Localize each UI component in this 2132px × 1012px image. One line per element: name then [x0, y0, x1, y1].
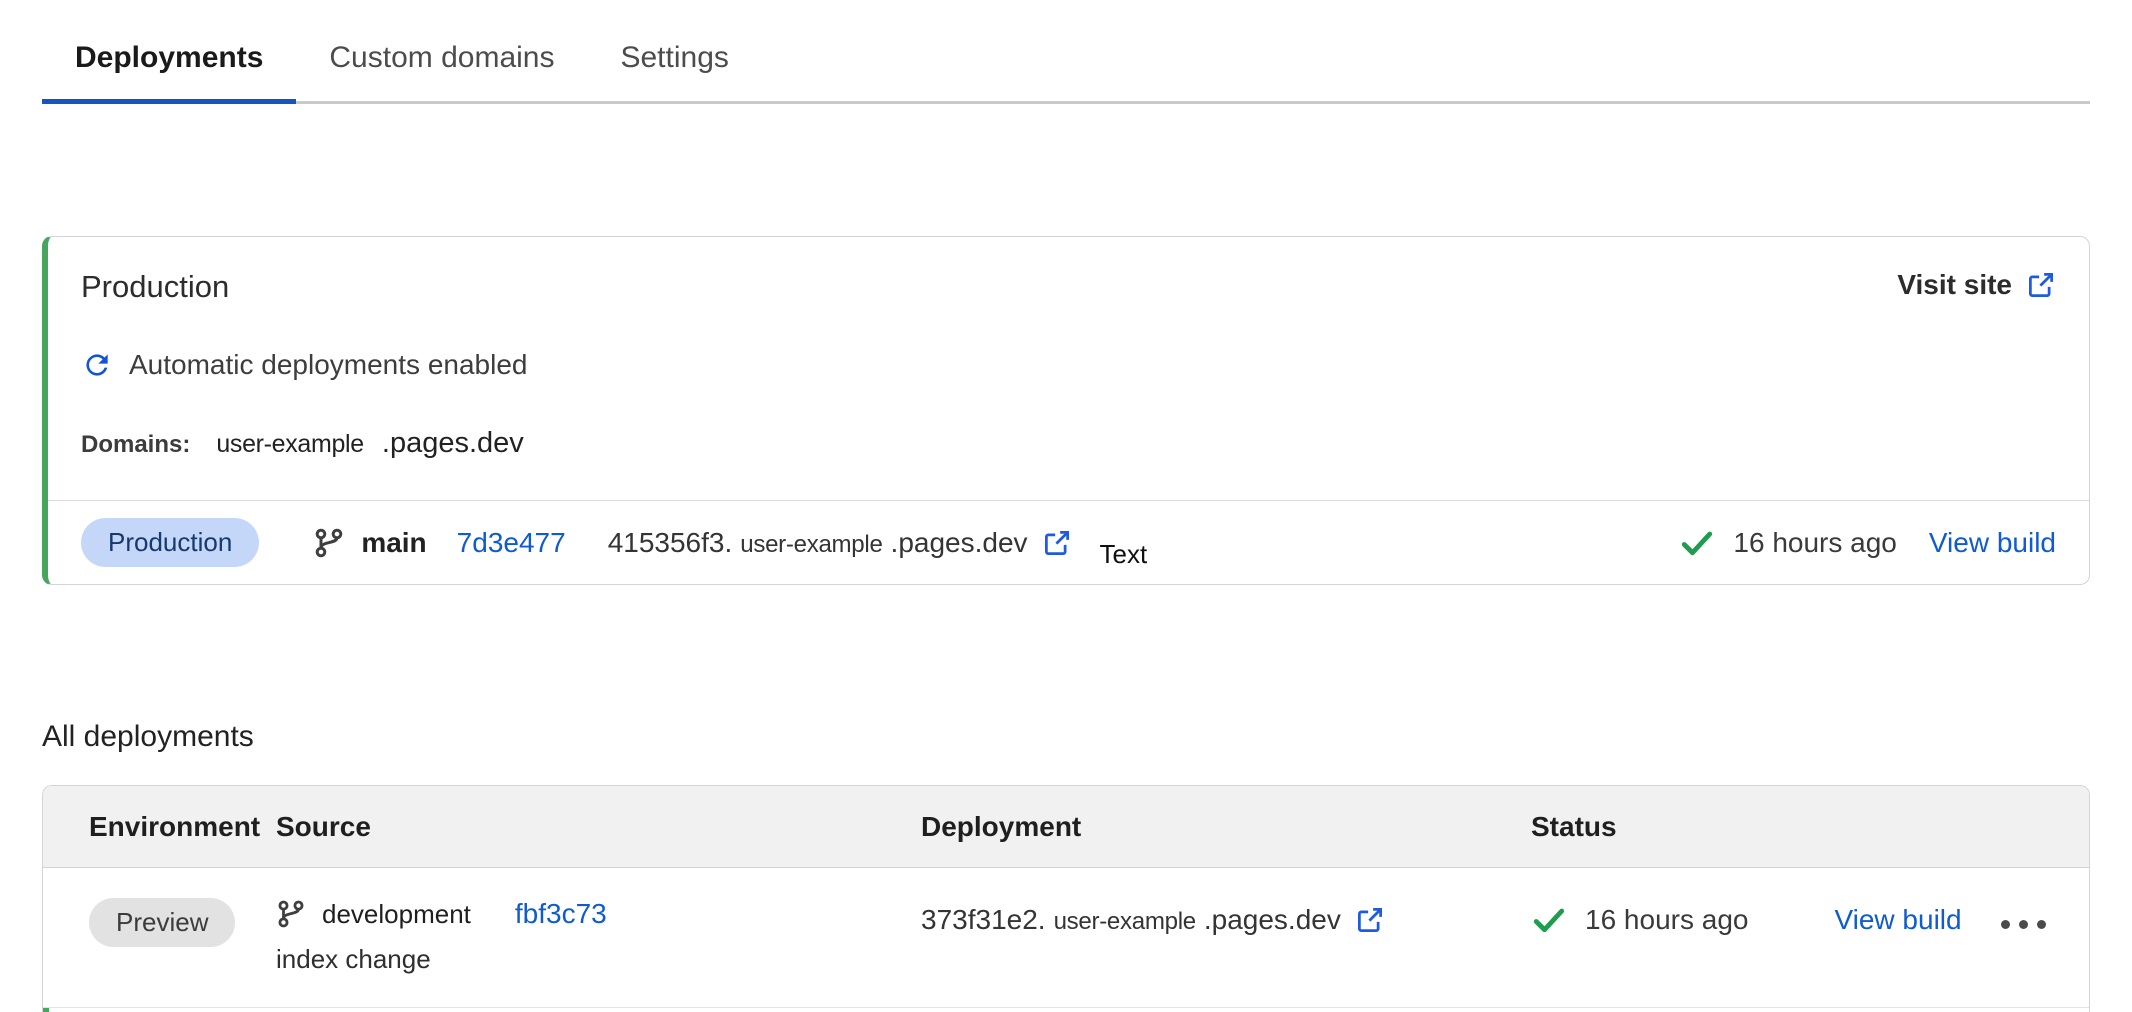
check-icon — [1679, 525, 1715, 561]
git-branch-icon — [313, 527, 345, 559]
url-prefix: 415356f3. — [608, 527, 733, 559]
deployments-table: Environment Source Deployment Status Pre… — [42, 785, 2090, 1012]
url-suffix: .pages.dev — [1204, 904, 1341, 936]
branch-name: development — [322, 899, 471, 930]
deployment-time: 16 hours ago — [1585, 904, 1748, 936]
commit-link[interactable]: 7d3e477 — [457, 527, 566, 559]
visit-site-label: Visit site — [1897, 269, 2012, 301]
branch-name: main — [361, 527, 426, 559]
column-status: Status — [1531, 811, 2001, 843]
table-row: Preview development fbf3c73 — [43, 868, 2089, 1008]
domains-label: Domains: — [81, 431, 190, 459]
url-name: user-example — [1054, 908, 1196, 936]
environment-badge: Preview — [89, 898, 235, 947]
column-deployment: Deployment — [921, 811, 1531, 843]
production-card-title: Production — [81, 269, 229, 305]
deployment-url: 415356f3. user-example .pages.dev — [608, 527, 1072, 559]
tab-custom-domains[interactable]: Custom domains — [296, 40, 587, 104]
column-environment: Environment — [43, 811, 276, 843]
auto-deploy-text: Automatic deployments enabled — [129, 349, 527, 381]
tab-bar: Deployments Custom domains Settings — [42, 0, 2090, 104]
view-build-link[interactable]: View build — [1929, 527, 2056, 559]
deployment-time: 16 hours ago — [1733, 527, 1896, 559]
domains-line: Domains: user-example .pages.dev — [81, 427, 2056, 460]
more-options-icon — [2019, 920, 2028, 929]
external-link-icon — [2026, 270, 2056, 300]
external-link-icon[interactable] — [1042, 528, 1072, 558]
commit-message: index change — [276, 944, 921, 975]
production-deployment-row: Production main 7d3e477 415356f3. user-e… — [48, 500, 2089, 584]
commit-link[interactable]: fbf3c73 — [515, 898, 607, 930]
tab-deployments[interactable]: Deployments — [42, 40, 296, 104]
table-header: Environment Source Deployment Status — [43, 786, 2089, 868]
git-branch-icon — [276, 899, 306, 929]
column-source: Source — [276, 811, 921, 843]
auto-deploy-status: Automatic deployments enabled — [81, 349, 2056, 381]
next-row-partial — [43, 1008, 2089, 1012]
external-link-icon[interactable] — [1355, 905, 1385, 935]
environment-badge: Production — [81, 518, 259, 567]
url-prefix: 373f31e2. — [921, 904, 1046, 936]
production-card: Production Visit site Automatic deploym — [42, 236, 2090, 585]
more-options-icon — [2001, 920, 2010, 929]
text-annotation: Text — [1100, 539, 1148, 570]
pages-project-page: Deployments Custom domains Settings Prod… — [0, 0, 2132, 1012]
check-icon — [1531, 902, 1567, 938]
more-options-icon — [2037, 920, 2046, 929]
all-deployments-heading: All deployments — [42, 719, 2090, 755]
refresh-icon — [81, 349, 113, 381]
more-options-button[interactable] — [2001, 898, 2089, 929]
view-build-link[interactable]: View build — [1834, 904, 1961, 936]
visit-site-button[interactable]: Visit site — [1897, 269, 2056, 301]
domain-suffix: .pages.dev — [382, 427, 524, 459]
url-suffix: .pages.dev — [891, 527, 1028, 559]
deployment-url: 373f31e2. user-example .pages.dev — [921, 904, 1531, 936]
tab-settings[interactable]: Settings — [587, 40, 761, 104]
url-name: user-example — [740, 531, 882, 559]
domain-name: user-example — [216, 430, 363, 458]
